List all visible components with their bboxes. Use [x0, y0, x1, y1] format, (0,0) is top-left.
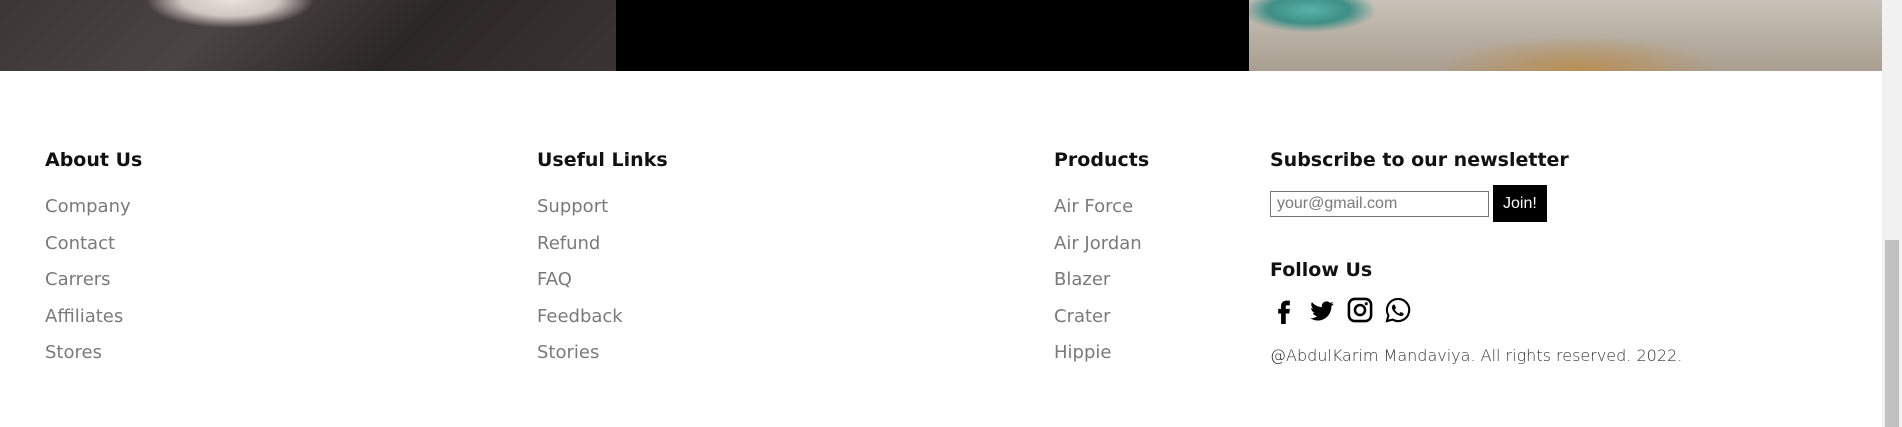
column-heading: Useful Links	[537, 149, 668, 171]
footer-link-stories[interactable]: Stories	[537, 335, 668, 372]
footer-column-useful-links: Useful Links Support Refund FAQ Feedback…	[537, 148, 668, 372]
social-icons	[1270, 296, 1682, 324]
footer-link-hippie[interactable]: Hippie	[1054, 335, 1149, 372]
footer-column-products: Products Air Force Air Jordan Blazer Cra…	[1054, 148, 1149, 372]
instagram-icon[interactable]	[1346, 296, 1374, 324]
footer-column-newsletter: Subscribe to our newsletter Join! Follow…	[1270, 148, 1682, 365]
page-scrollbar[interactable]	[1882, 0, 1902, 427]
footer-link-refund[interactable]: Refund	[537, 226, 668, 263]
copyright-text: @AbdulKarim Mandaviya. All rights reserv…	[1270, 346, 1683, 365]
scrollbar-thumb[interactable]	[1885, 240, 1899, 427]
email-field[interactable]	[1270, 190, 1489, 217]
footer-link-carrers[interactable]: Carrers	[45, 262, 142, 299]
link-list: Company Contact Carrers Affiliates Store…	[45, 189, 142, 372]
twitter-icon[interactable]	[1308, 296, 1336, 324]
join-button[interactable]: Join!	[1493, 185, 1547, 222]
footer-link-blazer[interactable]: Blazer	[1054, 262, 1149, 299]
footer-column-about: About Us Company Contact Carrers Affilia…	[45, 148, 142, 372]
footer-link-faq[interactable]: FAQ	[537, 262, 668, 299]
product-image-strip	[0, 0, 1882, 71]
footer-link-contact[interactable]: Contact	[45, 226, 142, 263]
footer-link-crater[interactable]: Crater	[1054, 299, 1149, 336]
column-heading: About Us	[45, 149, 143, 171]
product-image-right	[1249, 0, 1882, 71]
footer-link-company[interactable]: Company	[45, 189, 142, 226]
footer-link-stores[interactable]: Stores	[45, 335, 142, 372]
footer-link-air-jordan[interactable]: Air Jordan	[1054, 226, 1149, 263]
footer-link-feedback[interactable]: Feedback	[537, 299, 668, 336]
column-heading: Products	[1054, 149, 1150, 171]
whatsapp-icon[interactable]	[1384, 296, 1412, 324]
link-list: Support Refund FAQ Feedback Stories	[537, 189, 668, 372]
footer-link-support[interactable]: Support	[537, 189, 668, 226]
footer-link-air-force[interactable]: Air Force	[1054, 189, 1149, 226]
footer-link-affiliates[interactable]: Affiliates	[45, 299, 142, 336]
newsletter-form: Join!	[1270, 185, 1682, 222]
product-image-middle	[616, 0, 1249, 71]
newsletter-heading: Subscribe to our newsletter	[1270, 149, 1569, 171]
product-image-left	[0, 0, 616, 71]
link-list: Air Force Air Jordan Blazer Crater Hippi…	[1054, 189, 1149, 372]
facebook-icon[interactable]	[1270, 296, 1298, 324]
follow-heading: Follow Us	[1270, 259, 1373, 281]
